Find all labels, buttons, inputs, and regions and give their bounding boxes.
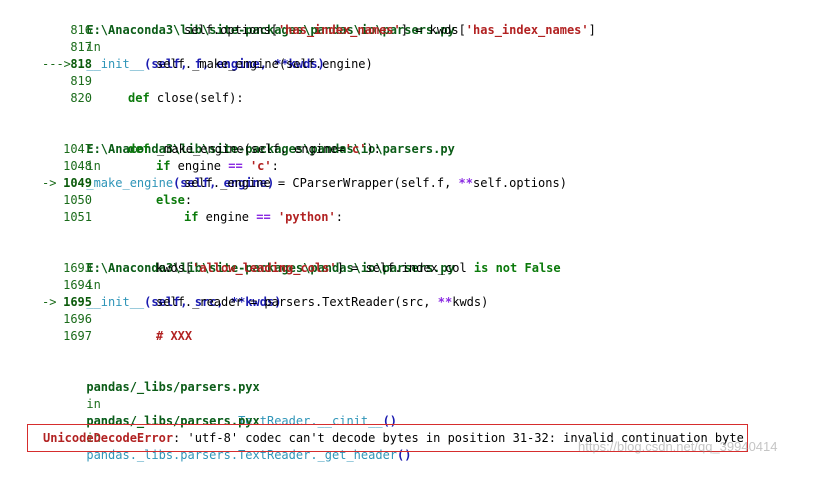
frame-header: E:\Anaconda3\lib\site-packages\pandas\io… (86, 23, 455, 71)
line-code: self.options['has_index_names'] = kwds['… (184, 23, 596, 37)
line-number: 1693 (63, 261, 92, 275)
line-code: self._engine = CParserWrapper(self.f, **… (184, 176, 567, 190)
code-line: 1693 kwds['allow_leading_cols'] = self.i… (0, 260, 824, 277)
code-line: 816 self.options['has_index_names'] = kw… (0, 22, 824, 39)
line-number: 1049 (63, 176, 92, 190)
line-number: 820 (70, 91, 92, 105)
code-line: 1694 (0, 277, 824, 294)
code-line-current: ---> 818 self._make_engine(self.engine) (0, 56, 824, 73)
line-number: 1697 (63, 329, 92, 343)
frame-header: pandas/_libs/parsers.pyx in pandas._libs… (86, 380, 398, 428)
code-line-current: -> 1049 self._engine = CParserWrapper(se… (0, 175, 824, 192)
code-line: 1050 else: (0, 192, 824, 209)
line-code: else: (156, 193, 193, 207)
line-number: 816 (70, 23, 92, 37)
line-number: 1048 (63, 159, 92, 173)
line-number: 1694 (63, 278, 92, 292)
frame-header: pandas/_libs/parsers.pyx in pandas._libs… (86, 414, 412, 462)
code-line-current: -> 1695 self._reader = parsers.TextReade… (0, 294, 824, 311)
frame-path: pandas/_libs/parsers.pyx (86, 380, 260, 394)
line-number: 1696 (63, 312, 92, 326)
error-name: UnicodeDecodeError (43, 431, 174, 445)
code-line: 1051 if engine == 'python': (0, 209, 824, 226)
line-code: if engine == 'c': (156, 159, 279, 173)
watermark: https://blog.csdn.net/qq_39940414 (578, 439, 778, 454)
line-number: 819 (70, 74, 92, 88)
line-number: 817 (70, 40, 92, 54)
code-line: 1048 if engine == 'c': (0, 158, 824, 175)
line-number: 818 (70, 57, 92, 71)
code-line: 819 (0, 73, 824, 90)
line-code: if engine == 'python': (184, 210, 343, 224)
line-number: 1051 (63, 210, 92, 224)
line-code: def close(self): (128, 91, 244, 105)
code-line: 1697 # XXX (0, 328, 824, 345)
line-number: 1047 (63, 142, 92, 156)
line-number: 1695 (63, 295, 92, 309)
frame-header: E:\Anaconda3\lib\site-packages\pandas\io… (86, 261, 455, 309)
code-line: 1047 def _make_engine(self, engine='c'): (0, 141, 824, 158)
code-line: 817 (0, 39, 824, 56)
line-number: 1050 (63, 193, 92, 207)
traceback-output: E:\Anaconda3\lib\site-packages\pandas\io… (0, 5, 824, 462)
line-code: self._reader = parsers.TextReader(src, *… (156, 295, 489, 309)
frame-header: E:\Anaconda3\lib\site-packages\pandas\io… (86, 142, 455, 190)
line-code: self._make_engine(self.engine) (156, 57, 373, 71)
line-code: # XXX (156, 329, 193, 343)
code-line: 1696 (0, 311, 824, 328)
code-line: 820 def close(self): (0, 90, 824, 107)
line-code: def _make_engine(self, engine='c'): (128, 142, 381, 156)
line-code: kwds['allow_leading_cols'] = self.index_… (156, 261, 561, 275)
